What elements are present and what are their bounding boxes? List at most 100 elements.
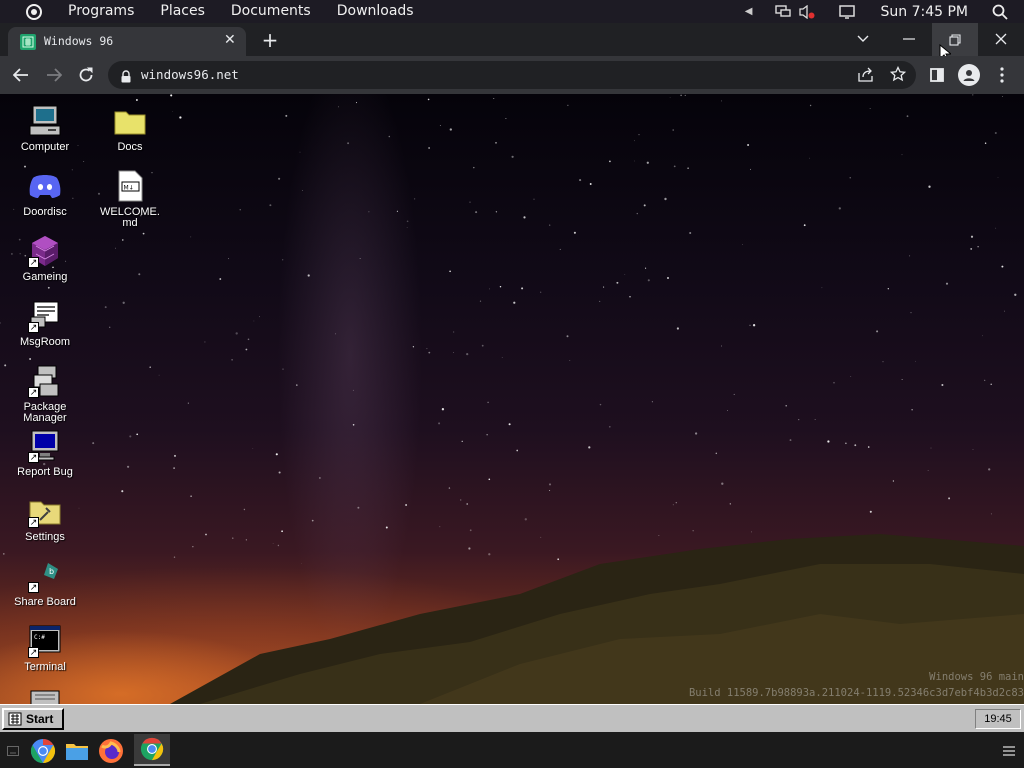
win96-clock[interactable]: 19:45: [975, 709, 1021, 729]
desktop-icon-label: Settings: [25, 531, 65, 543]
app-menu-icon[interactable]: [994, 736, 1024, 766]
star: [970, 235, 974, 238]
star: [548, 483, 552, 486]
profile-icon[interactable]: [958, 64, 980, 86]
star: [749, 324, 751, 326]
menu-programs[interactable]: Programs: [68, 0, 134, 23]
desktop-icon-welcome-md[interactable]: M↓ WELCOME.md: [88, 169, 172, 229]
star: [1001, 265, 1004, 268]
side-panel-icon[interactable]: [926, 64, 948, 86]
win96-desktop[interactable]: Computer Doordisc ↗ Gameing ↗ MsgRoom ↗ …: [0, 94, 1024, 704]
desktop-icon-docs[interactable]: Docs: [88, 104, 172, 153]
start-button[interactable]: Start: [2, 708, 64, 730]
star: [906, 115, 909, 118]
star: [405, 504, 408, 506]
shortcut-arrow-icon: ↗: [28, 647, 39, 658]
desktop-icon-label: Doordisc: [23, 206, 67, 218]
star: [427, 98, 430, 101]
browser-menu-icon[interactable]: [991, 64, 1013, 86]
menu-documents[interactable]: Documents: [231, 0, 311, 23]
reload-icon[interactable]: [75, 64, 97, 86]
star: [190, 495, 192, 497]
star: [869, 108, 871, 109]
menu-places[interactable]: Places: [160, 0, 205, 23]
star: [523, 216, 526, 219]
search-icon[interactable]: [992, 4, 1008, 20]
star: [277, 544, 280, 547]
star: [636, 212, 638, 215]
activities-icon[interactable]: [26, 3, 42, 20]
panel-collapse-arrow-icon[interactable]: ◀: [745, 6, 753, 17]
network-icon[interactable]: [774, 4, 791, 19]
star: [821, 287, 823, 289]
tab-search-chevron-icon[interactable]: [853, 29, 873, 49]
star: [441, 408, 445, 411]
star: [616, 281, 619, 284]
show-desktop-icon[interactable]: [0, 736, 26, 766]
star: [667, 277, 669, 279]
close-window-icon[interactable]: [990, 28, 1012, 50]
minimize-icon[interactable]: [898, 28, 920, 50]
forward-icon[interactable]: [43, 64, 65, 86]
star: [311, 519, 314, 522]
volume-muted-icon[interactable]: [798, 4, 815, 19]
star: [219, 278, 222, 280]
tab-close-icon[interactable]: ✕: [224, 32, 236, 48]
share-icon[interactable]: [858, 67, 874, 86]
menu-downloads[interactable]: Downloads: [337, 0, 414, 23]
computer-icon: [28, 104, 62, 138]
star: [453, 331, 455, 333]
star: [694, 432, 698, 435]
back-icon[interactable]: [10, 64, 32, 86]
desktop-icon-settings[interactable]: ↗ Settings: [3, 494, 87, 543]
firefox-icon[interactable]: [96, 736, 126, 766]
star: [412, 346, 415, 348]
star: [645, 267, 647, 269]
star: [721, 482, 724, 485]
star: [643, 204, 646, 207]
bookmark-star-icon[interactable]: [889, 65, 907, 86]
desktop-icon-terminal[interactable]: C:# ↗ Terminal: [3, 624, 87, 673]
star: [814, 419, 816, 420]
star: [479, 300, 482, 302]
star: [573, 231, 576, 234]
chromium-icon[interactable]: [28, 736, 58, 766]
star: [347, 142, 350, 145]
address-url[interactable]: windows96.net: [141, 67, 239, 82]
star: [982, 335, 983, 337]
star: [252, 448, 254, 449]
star: [385, 526, 388, 529]
star: [540, 536, 542, 538]
panel-clock[interactable]: Sun 7:45 PM: [881, 4, 969, 20]
file-manager-icon[interactable]: [62, 736, 92, 766]
desktop-icon-share-board[interactable]: b ↗ Share Board: [3, 559, 87, 608]
desktop-icon-report-bug[interactable]: ↗ Report Bug: [3, 429, 87, 478]
star: [104, 306, 107, 309]
lock-icon[interactable]: [121, 68, 131, 87]
desktop-icon-label: Report Bug: [17, 466, 73, 478]
star: [158, 374, 160, 376]
desktop-icon-partial[interactable]: [3, 689, 87, 704]
chrome-icon[interactable]: [134, 734, 170, 766]
star: [449, 270, 451, 273]
desktop-icon-msgroom[interactable]: ↗ MsgRoom: [3, 299, 87, 348]
star: [406, 220, 409, 223]
star: [439, 526, 441, 528]
desktop-icon-doordisc[interactable]: Doordisc: [3, 169, 87, 218]
svg-text:C:#: C:#: [34, 634, 45, 641]
star: [92, 442, 95, 445]
new-tab-icon[interactable]: +: [259, 28, 281, 52]
address-bar[interactable]: windows96.net: [108, 61, 916, 89]
star: [995, 227, 997, 229]
star: [499, 285, 502, 288]
desktop-icon-package-manager[interactable]: ↗ Package Manager: [3, 364, 87, 424]
browser-tab[interactable]: Windows 96 ✕: [8, 27, 246, 56]
star: [634, 160, 635, 162]
desktop-icon-gameing[interactable]: ↗ Gameing: [3, 234, 87, 283]
star: [672, 504, 674, 506]
star: [785, 404, 787, 407]
desktop-icon-computer[interactable]: Computer: [3, 104, 87, 153]
star: [984, 379, 986, 381]
star: [469, 201, 471, 203]
display-icon[interactable]: [838, 4, 855, 19]
